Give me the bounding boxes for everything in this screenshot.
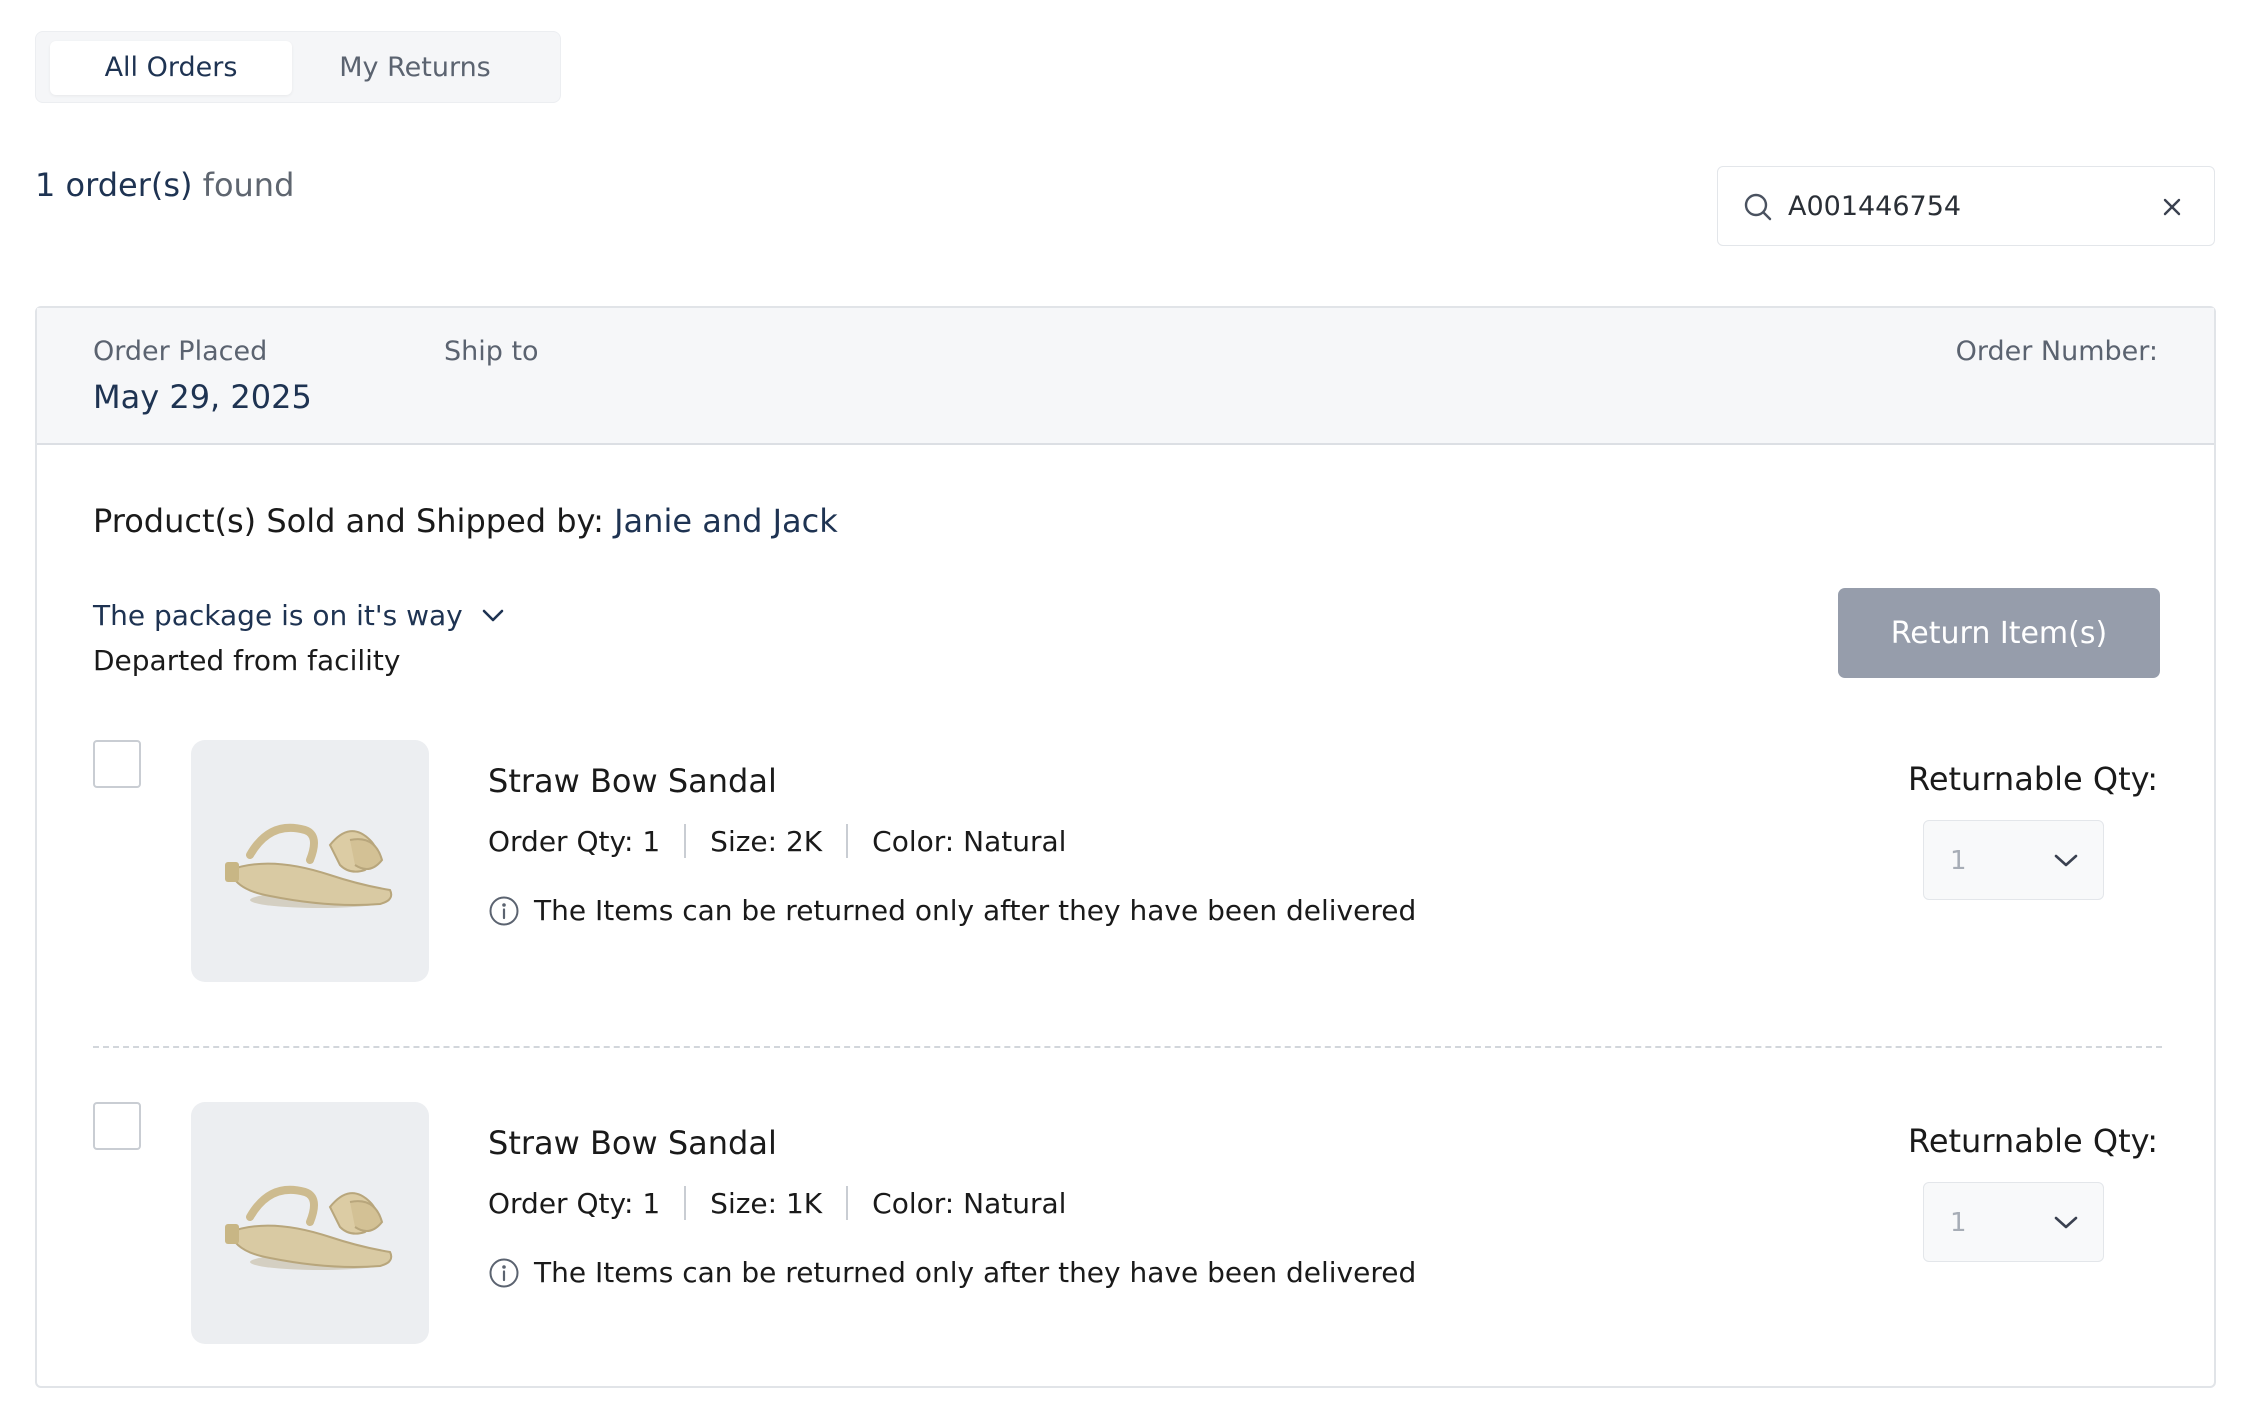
order-card: Order Placed May 29, 2025 Ship to Order … xyxy=(35,306,2216,1388)
sandal-image xyxy=(225,823,393,908)
order-search-field[interactable]: A001446754 xyxy=(1717,166,2215,246)
chevron-down-icon xyxy=(482,609,504,621)
item-details: Order Qty: 1 Size: 2K Color: Natural xyxy=(488,824,1066,858)
returnable-qty-select[interactable]: 1 xyxy=(1923,820,2104,900)
results-count: 1 order(s) found xyxy=(35,166,294,204)
meta-separator xyxy=(846,1186,849,1220)
item-size: Size: 2K xyxy=(710,824,823,858)
info-icon xyxy=(489,896,519,925)
order-placed-label: Order Placed xyxy=(93,336,268,367)
sandal-image xyxy=(225,1185,393,1270)
order-placed-date: May 29, 2025 xyxy=(93,378,312,416)
seller-label: Product(s) Sold and Shipped by: xyxy=(93,502,604,540)
order-item: Straw Bow Sandal Order Qty: 1 Size: 2K C… xyxy=(37,740,2214,985)
product-image xyxy=(191,740,429,982)
item-color: Color: Natural xyxy=(872,824,1067,858)
close-icon[interactable] xyxy=(2160,195,2184,219)
returnable-qty-label: Returnable Qty: xyxy=(1908,760,2158,798)
returnable-qty-select[interactable]: 1 xyxy=(1923,1182,2104,1262)
item-color: Color: Natural xyxy=(872,1186,1067,1220)
chevron-down-icon xyxy=(2054,1216,2078,1229)
item-order-qty: Order Qty: 1 xyxy=(488,824,661,858)
item-divider xyxy=(93,1046,2162,1048)
item-order-qty: Order Qty: 1 xyxy=(488,1186,661,1220)
shipment-status-toggle[interactable]: The package is on it's way xyxy=(93,599,505,632)
order-header: Order Placed May 29, 2025 Ship to Order … xyxy=(37,308,2214,445)
returnable-qty-value: 1 xyxy=(1950,1208,1967,1238)
return-note-text: The Items can be returned only after the… xyxy=(534,894,1417,927)
item-name: Straw Bow Sandal xyxy=(488,1124,777,1162)
search-input[interactable]: A001446754 xyxy=(1788,167,1961,247)
return-eligibility-note: The Items can be returned only after the… xyxy=(488,894,1416,927)
returnable-qty-value: 1 xyxy=(1950,846,1967,876)
item-size: Size: 1K xyxy=(710,1186,823,1220)
item-details: Order Qty: 1 Size: 1K Color: Natural xyxy=(488,1186,1066,1220)
tab-my-returns[interactable]: My Returns xyxy=(292,41,538,95)
return-items-button[interactable]: Return Item(s) xyxy=(1838,588,2160,678)
meta-separator xyxy=(846,824,849,858)
search-icon xyxy=(1744,193,1772,221)
meta-separator xyxy=(684,1186,687,1220)
item-select-checkbox[interactable] xyxy=(93,740,141,788)
order-item: Straw Bow Sandal Order Qty: 1 Size: 1K C… xyxy=(37,1102,2214,1347)
results-count-suffix: found xyxy=(202,166,295,204)
shipment-status-detail: Departed from facility xyxy=(93,644,401,677)
item-name: Straw Bow Sandal xyxy=(488,762,777,800)
shipment-status: The package is on it's way xyxy=(93,599,463,632)
order-number-label: Order Number: xyxy=(1955,336,2158,367)
meta-separator xyxy=(684,824,687,858)
tab-all-orders[interactable]: All Orders xyxy=(50,41,292,95)
results-count-number: 1 order(s) xyxy=(35,166,193,204)
seller-name: Janie and Jack xyxy=(614,502,838,540)
return-eligibility-note: The Items can be returned only after the… xyxy=(488,1256,1416,1289)
chevron-down-icon xyxy=(2054,854,2078,867)
seller-line: Product(s) Sold and Shipped by: Janie an… xyxy=(93,502,838,540)
item-select-checkbox[interactable] xyxy=(93,1102,141,1150)
ship-to-label: Ship to xyxy=(444,336,539,367)
product-image xyxy=(191,1102,429,1344)
return-note-text: The Items can be returned only after the… xyxy=(534,1256,1417,1289)
info-icon xyxy=(489,1258,519,1287)
returnable-qty-label: Returnable Qty: xyxy=(1908,1122,2158,1160)
order-tabs: All Orders My Returns xyxy=(35,31,561,103)
